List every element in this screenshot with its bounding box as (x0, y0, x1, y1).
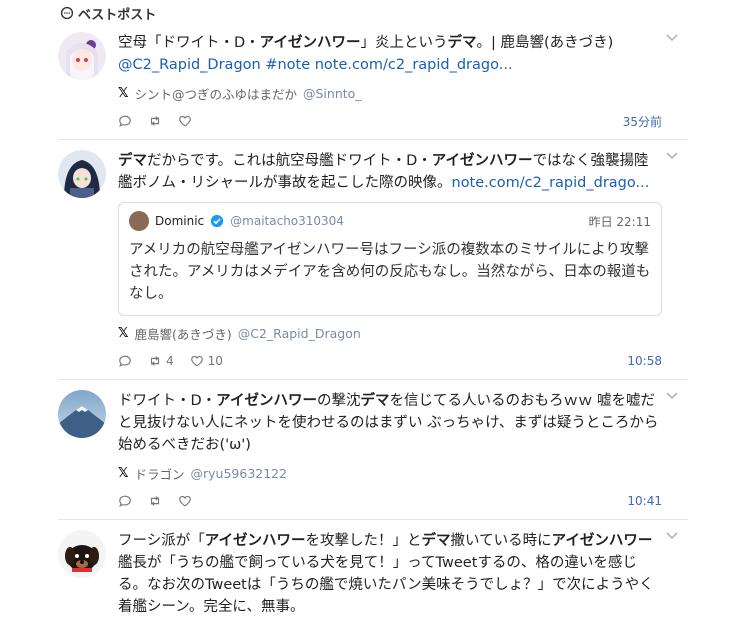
post-text: デマだからです。これは航空母艦ドワイト・D・アイゼンハワーではなく強襲揚陸艦ボノ… (118, 153, 650, 191)
quote-avatar (129, 211, 149, 231)
post-actions: 4 10 10:58 (118, 353, 662, 369)
source-name: シント@つぎのふゆはまだか (134, 87, 297, 102)
avatar[interactable] (58, 390, 106, 438)
post-time[interactable]: 35分前 (623, 113, 662, 130)
chat-bubble-icon (60, 6, 74, 20)
reply-button[interactable] (118, 354, 132, 368)
like-button[interactable]: 10 (190, 354, 223, 368)
avatar[interactable] (58, 32, 106, 80)
post-item[interactable]: デマだからです。これは航空母艦ドワイト・D・アイゼンハワーではなく強襲揚陸艦ボノ… (58, 140, 688, 380)
quoted-post[interactable]: Dominic @maitacho310304 昨日 22:11 アメリカの航空… (118, 202, 662, 316)
like-count: 10 (207, 354, 223, 368)
source-handle: @C2_Rapid_Dragon (237, 326, 361, 341)
heart-icon (179, 495, 191, 507)
x-logo-icon: 𝕏 (118, 86, 129, 101)
post-source[interactable]: 𝕏 ドラゴン @ryu59632122 (118, 464, 662, 483)
post-actions: 35分前 (118, 113, 662, 129)
avatar[interactable] (58, 150, 106, 198)
chevron-down-icon[interactable] (666, 34, 678, 42)
header-title: ベストポスト (78, 7, 157, 23)
retweet-button[interactable] (148, 494, 162, 508)
post-text: フーシ派が「アイゼンハワーを攻撃した！」とデマ撒いている時にアイゼンハワー艦長が… (118, 533, 654, 615)
chevron-down-icon[interactable] (666, 392, 678, 400)
post-source[interactable]: 𝕏 シント@つぎのふゆはまだか @Sinnto_ (118, 84, 662, 103)
post-link[interactable]: note.com/c2_rapid_drago... (452, 175, 650, 191)
source-handle: @ryu59632122 (190, 466, 288, 481)
x-logo-icon: 𝕏 (118, 326, 129, 341)
post-link[interactable]: @C2_Rapid_Dragon #note note.com/c2_rapid… (118, 57, 513, 73)
reply-icon (119, 495, 131, 507)
retweet-button[interactable] (148, 114, 162, 128)
heart-icon (190, 355, 203, 367)
chevron-down-icon[interactable] (666, 152, 678, 160)
post-item[interactable]: ドワイト・D・アイゼンハワーの撃沈デマを信じてる人いるのおもろｗｗ 嘘を嘘だと見… (58, 380, 688, 520)
like-button[interactable] (178, 114, 192, 128)
avatar[interactable] (58, 530, 106, 578)
retweet-icon (150, 496, 160, 506)
x-logo-icon: 𝕏 (118, 466, 129, 481)
source-name: ドラゴン (134, 467, 185, 482)
post-item[interactable]: 空母「ドワイト・D・アイゼンハワー」炎上というデマ。| 鹿島響(あきづき) @C… (58, 22, 688, 140)
reply-icon (119, 355, 131, 367)
post-feed: 空母「ドワイト・D・アイゼンハワー」炎上というデマ。| 鹿島響(あきづき) @C… (58, 22, 688, 628)
post-text: ドワイト・D・アイゼンハワーの撃沈デマを信じてる人いるのおもろｗｗ 嘘を嘘だと見… (118, 393, 659, 453)
retweet-icon (150, 356, 160, 366)
post-actions: 10:41 (118, 493, 662, 509)
like-button[interactable] (178, 494, 192, 508)
quote-author-handle: @maitacho310304 (230, 214, 344, 228)
reply-icon (119, 115, 131, 127)
post-time[interactable]: 10:41 (627, 494, 662, 508)
verified-badge-icon (211, 214, 224, 228)
post-text: 空母「ドワイト・D・アイゼンハワー」炎上というデマ。| 鹿島響(あきづき) @C… (118, 35, 614, 73)
source-name: 鹿島響(あきづき) (134, 327, 232, 342)
best-posts-header: ベストポスト (60, 4, 157, 23)
reply-button[interactable] (118, 114, 132, 128)
reply-button[interactable] (118, 494, 132, 508)
chevron-down-icon[interactable] (666, 532, 678, 540)
post-source[interactable]: 𝕏 鹿島響(あきづき) @C2_Rapid_Dragon (118, 324, 662, 343)
quote-author-name: Dominic (155, 214, 205, 228)
heart-icon (179, 115, 191, 127)
source-handle: @Sinnto_ (303, 86, 362, 101)
post-time[interactable]: 10:58 (627, 354, 662, 368)
retweet-icon (150, 116, 160, 126)
quote-text: アメリカの航空母艦アイゼンハワー号はフーシ派の複数本のミサイルにより攻撃された。… (129, 242, 651, 302)
post-item[interactable]: フーシ派が「アイゼンハワーを攻撃した！」とデマ撒いている時にアイゼンハワー艦長が… (58, 520, 688, 628)
quote-time: 昨日 22:11 (588, 214, 651, 229)
retweet-count: 4 (166, 354, 174, 368)
retweet-button[interactable]: 4 (148, 354, 174, 368)
